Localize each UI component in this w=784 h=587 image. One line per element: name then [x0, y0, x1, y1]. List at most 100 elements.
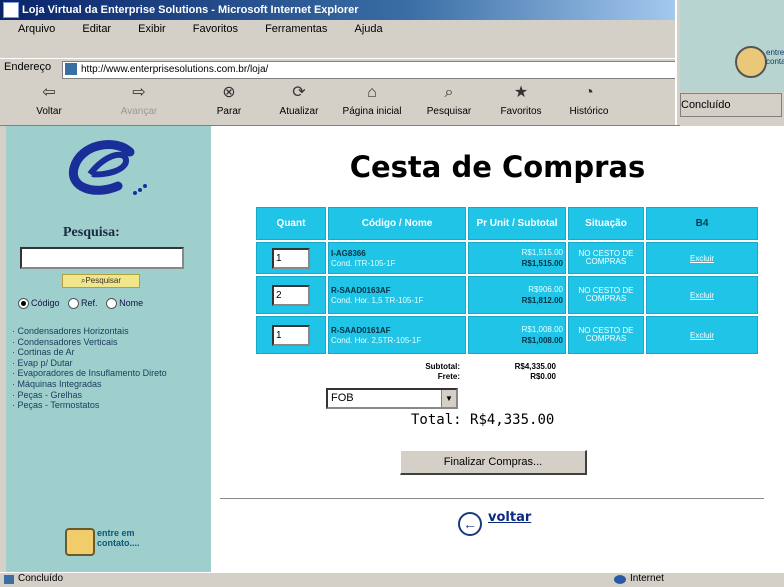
frete-value: R$0.00: [530, 372, 556, 381]
unit-price: R$906.00: [528, 285, 563, 294]
category-link[interactable]: Condensadores Verticais: [12, 337, 197, 348]
product-name: Cond. Hor. 2,5TR-105-1F: [331, 336, 422, 345]
product-name: Cond. ITR-105-1F: [331, 259, 396, 268]
back-arrow-icon: ⇦: [42, 84, 56, 101]
total-line: Total: R$4,335.00: [411, 412, 554, 428]
row-subtotal: R$1,812.00: [521, 296, 563, 305]
col-header-b4: B4: [646, 207, 758, 240]
row-subtotal: R$1,515.00: [521, 259, 563, 268]
forward-arrow-icon: ⇨: [132, 84, 146, 101]
search-label: Pesquisa:: [63, 225, 120, 240]
delete-link[interactable]: Excluir: [646, 242, 758, 274]
back-link[interactable]: voltar: [488, 510, 531, 525]
forward-button[interactable]: ⇨ Avançar: [110, 84, 168, 117]
search-toolbar-button[interactable]: ⌕ Pesquisar: [420, 84, 478, 117]
product-code: R-SAAD0161AF: [331, 326, 391, 335]
col-header-preco: Pr Unit / Subtotal: [468, 207, 566, 240]
category-link[interactable]: Máquinas Integradas: [12, 379, 197, 390]
menu-favoritos[interactable]: Favoritos: [193, 23, 238, 35]
back-circle-icon[interactable]: ←: [458, 512, 482, 536]
col-header-codigo: Código / Nome: [328, 207, 466, 240]
search-icon: ⌕: [444, 84, 454, 101]
unit-price: R$1,515.00: [521, 248, 563, 257]
ie-app-icon: [3, 2, 19, 19]
col-header-quant: Quant: [256, 207, 326, 240]
history-button[interactable]: ◔ Histórico: [560, 84, 618, 117]
favorites-icon: ★: [513, 84, 529, 101]
menu-editar[interactable]: Editar: [82, 23, 111, 35]
product-code: R-SAAD0163AF: [331, 286, 391, 295]
category-link[interactable]: Evaporadores de Insuflamento Direto: [12, 368, 197, 379]
radio-codigo[interactable]: [18, 298, 29, 310]
contact-icon[interactable]: [65, 528, 95, 556]
radio-ref[interactable]: [68, 298, 80, 310]
background-window-status: Concluído: [680, 93, 782, 117]
back-button[interactable]: ⇦ Voltar: [20, 84, 78, 117]
menu-ferramentas[interactable]: Ferramentas: [265, 23, 327, 35]
category-link[interactable]: Peças - Termostatos: [12, 400, 197, 411]
search-button[interactable]: ⌕Pesquisar: [62, 274, 140, 288]
window-title: Loja Virtual da Enterprise Solutions - M…: [22, 4, 359, 16]
status-text: Concluído: [18, 573, 64, 584]
menu-ajuda[interactable]: Ajuda: [354, 23, 382, 35]
address-label: Endereço: [4, 61, 52, 73]
table-row: 2 R-SAAD0163AF Cond. Hor. 1,5 TR-105-1F R…: [256, 276, 758, 314]
col-header-situacao: Situação: [568, 207, 644, 240]
window-title-bar: Loja Virtual da Enterprise Solutions - M…: [0, 0, 680, 20]
home-icon: ⌂: [367, 84, 377, 101]
status-bar: [0, 572, 784, 587]
favorites-button[interactable]: ★ Favoritos: [492, 84, 550, 117]
totals-values: R$4,335.00 R$0.00: [470, 362, 556, 382]
category-list: Condensadores Horizontais Condensadores …: [12, 326, 197, 411]
quantity-input[interactable]: 1: [272, 247, 310, 269]
category-link[interactable]: Condensadores Horizontais: [12, 326, 197, 337]
divider: [220, 498, 764, 500]
product-code: I-AG8366: [331, 249, 366, 258]
contact-link[interactable]: entre em contato....: [97, 528, 157, 548]
refresh-button[interactable]: ⟳ Atualizar: [270, 84, 328, 117]
item-status: NO CESTO DE COMPRAS: [568, 242, 644, 274]
history-icon: ◔: [584, 84, 594, 101]
radio-nome[interactable]: [106, 298, 118, 310]
finalize-button[interactable]: Finalizar Compras...: [400, 450, 587, 475]
menu-arquivo[interactable]: Arquivo: [18, 23, 55, 35]
delete-link[interactable]: Excluir: [646, 316, 758, 354]
total-label: Total:: [411, 412, 462, 428]
row-subtotal: R$1,008.00: [521, 336, 563, 345]
category-link[interactable]: Evap p/ Dutar: [12, 358, 197, 369]
page-status-icon: [4, 575, 14, 584]
quantity-input[interactable]: 2: [272, 284, 310, 306]
table-row: 1 I-AG8366 Cond. ITR-105-1F R$1,515.00 R$1…: [256, 242, 758, 274]
item-status: NO CESTO DE COMPRAS: [568, 316, 644, 354]
page-title: Cesta de Compras: [349, 150, 646, 184]
product-name: Cond. Hor. 1,5 TR-105-1F: [331, 296, 424, 305]
internet-zone-icon: [614, 575, 626, 584]
category-link[interactable]: Cortinas de Ar: [12, 347, 197, 358]
total-value: R$4,335.00: [470, 412, 555, 428]
search-input[interactable]: [20, 247, 184, 269]
cart-table: Quant Código / Nome Pr Unit / Subtotal S…: [254, 205, 760, 356]
page-icon: [65, 63, 77, 75]
chevron-down-icon: ▼: [441, 390, 456, 407]
delete-link[interactable]: Excluir: [646, 276, 758, 314]
refresh-icon: ⟳: [292, 84, 306, 101]
address-input[interactable]: http://www.enterprisesolutions.com.br/lo…: [62, 61, 678, 79]
background-window-logo-text: entre em contato...: [766, 48, 784, 66]
contact-logo-icon: [735, 46, 767, 78]
totals-labels: Subtotal: Frete:: [378, 362, 460, 382]
stop-button[interactable]: ⊗ Parar: [200, 84, 258, 117]
menu-bar: Arquivo Editar Exibir Favoritos Ferramen…: [0, 20, 680, 38]
quantity-input[interactable]: 1: [272, 324, 310, 346]
shipping-select[interactable]: FOB ▼: [326, 388, 458, 409]
store-logo: [68, 140, 147, 195]
security-zone: Internet: [630, 573, 664, 584]
stop-icon: ⊗: [222, 84, 236, 101]
frete-label: Frete:: [437, 372, 460, 381]
subtotal-value: R$4,335.00: [514, 362, 556, 371]
menu-exibir[interactable]: Exibir: [138, 23, 166, 35]
search-type-radios: Código Ref. Nome: [18, 298, 143, 310]
subtotal-label: Subtotal:: [425, 362, 460, 371]
category-link[interactable]: Peças - Grelhas: [12, 390, 197, 401]
table-row: 1 R-SAAD0161AF Cond. Hor. 2,5TR-105-1F R$…: [256, 316, 758, 354]
home-button[interactable]: ⌂ Página inicial: [336, 84, 408, 117]
